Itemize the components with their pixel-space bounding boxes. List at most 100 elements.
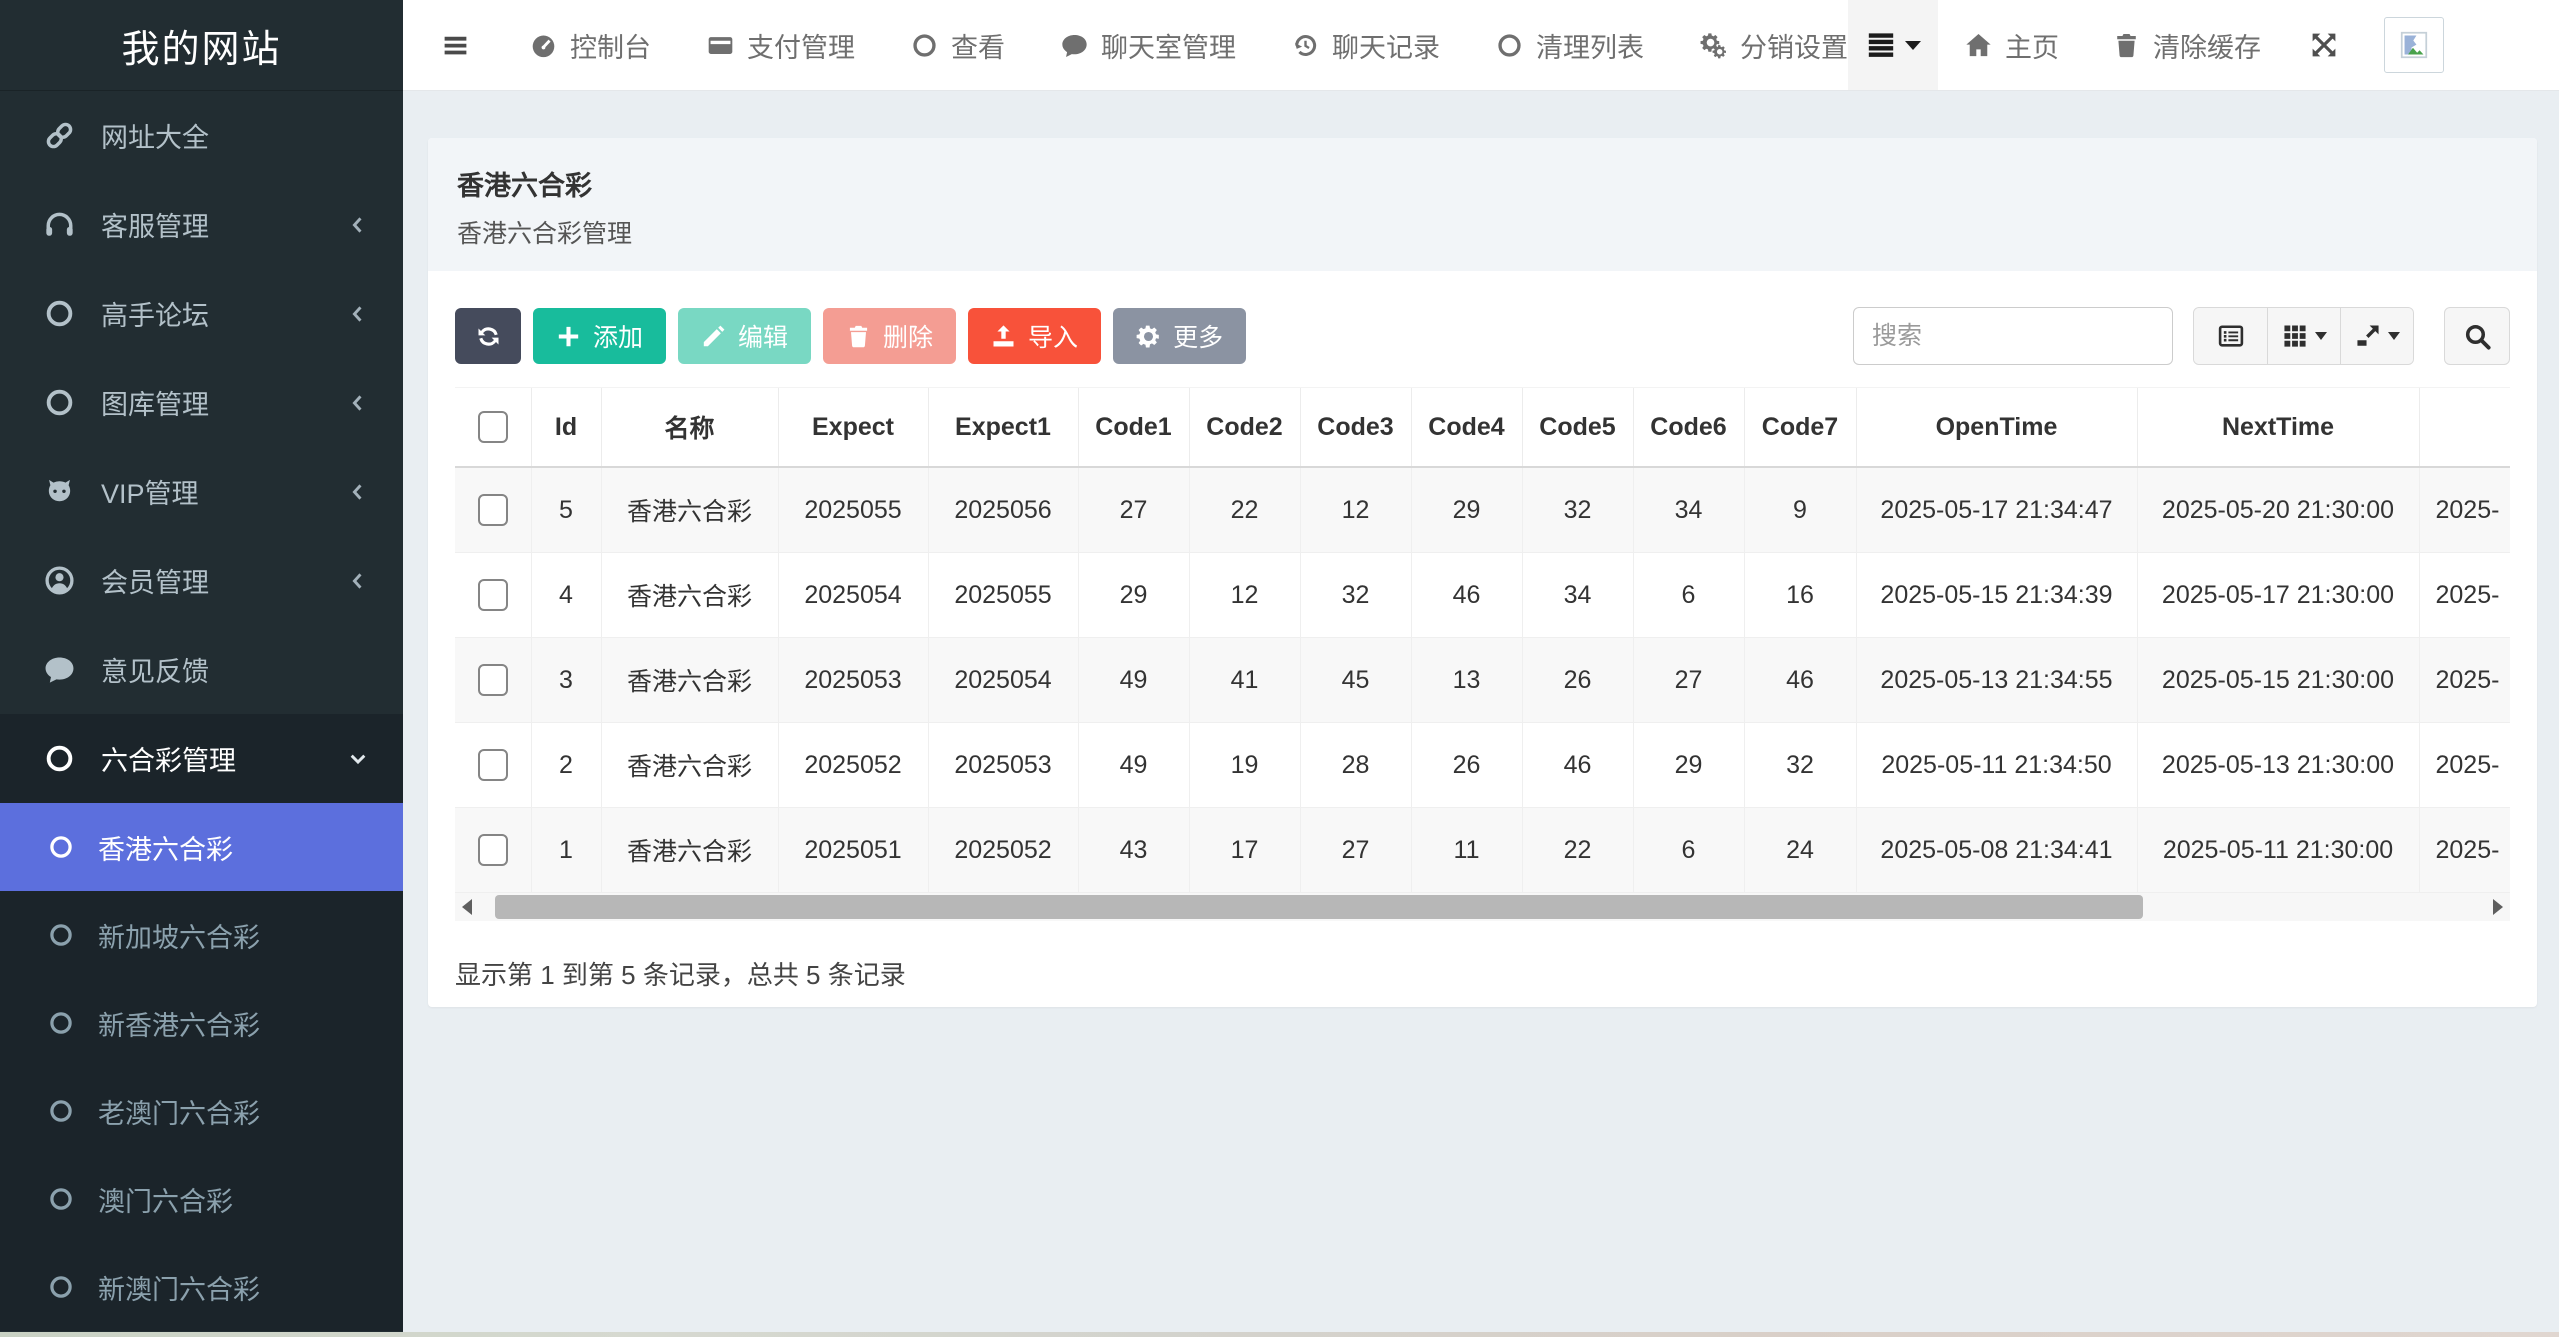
circle-icon — [48, 1186, 74, 1212]
circle-icon — [48, 1098, 74, 1124]
column-header[interactable]: Code5 — [1522, 388, 1633, 468]
nav-item-label: 聊天记录 — [1332, 26, 1440, 65]
table-cell: 香港六合彩 — [601, 467, 778, 553]
sidebar-subitem[interactable]: 老澳门六合彩 — [0, 1067, 403, 1155]
sidebar-item[interactable]: 网址大全 — [0, 91, 403, 180]
scrollbar-track[interactable] — [479, 893, 2486, 921]
nav-item[interactable]: 控制台 — [530, 26, 651, 65]
scroll-left-arrow[interactable] — [455, 899, 479, 915]
edit-button[interactable]: 编辑 — [678, 308, 811, 364]
nav-item-home[interactable]: 主页 — [1938, 26, 2086, 65]
sidebar-subitem[interactable]: 新澳门六合彩 — [0, 1243, 403, 1331]
search-icon — [2464, 323, 2491, 350]
sidebar-item[interactable]: 高手论坛 — [0, 269, 403, 358]
angle-left-icon — [347, 303, 369, 325]
horizontal-scrollbar[interactable] — [455, 893, 2510, 921]
panel-heading: 香港六合彩 香港六合彩管理 — [428, 138, 2537, 271]
sidebar-item-label: VIP管理 — [101, 472, 199, 511]
nav-item[interactable]: 聊天记录 — [1292, 26, 1440, 65]
delete-button[interactable]: 删除 — [823, 308, 956, 364]
row-checkbox[interactable] — [478, 749, 508, 781]
comment-icon — [1061, 32, 1088, 59]
triangle-left-icon — [462, 899, 472, 915]
row-select-cell — [455, 553, 531, 638]
avatar[interactable] — [2384, 17, 2444, 73]
row-checkbox[interactable] — [478, 834, 508, 866]
menu-dropdown-toggle[interactable] — [1848, 0, 1938, 90]
nav-item-clear-cache[interactable]: 清除缓存 — [2086, 26, 2288, 65]
sidebar-item-label: 图库管理 — [101, 383, 209, 422]
fullscreen-toggle[interactable] — [2288, 31, 2360, 59]
table-cell: 26 — [1522, 638, 1633, 723]
table-cell: 27 — [1300, 808, 1411, 893]
brand-title: 我的网站 — [0, 0, 403, 91]
scroll-right-arrow[interactable] — [2486, 899, 2510, 915]
search-button[interactable] — [2444, 307, 2510, 365]
nav-item[interactable]: 查看 — [911, 26, 1005, 65]
detail-view-button[interactable] — [2194, 308, 2267, 364]
column-header[interactable]: 名称 — [601, 388, 778, 468]
panel-body: 添加 编辑 删除 导入 — [428, 271, 2537, 992]
sidebar-subitem[interactable]: 香港六合彩 — [0, 803, 403, 891]
sidebar-subitem[interactable]: 新加坡六合彩 — [0, 891, 403, 979]
column-header[interactable]: Code3 — [1300, 388, 1411, 468]
column-header[interactable]: Id — [531, 388, 601, 468]
column-header[interactable]: Expect1 — [928, 388, 1078, 468]
add-button[interactable]: 添加 — [533, 308, 666, 364]
column-header[interactable]: Code2 — [1189, 388, 1300, 468]
sidebar-item[interactable]: VIP管理 — [0, 447, 403, 536]
table-cell: 32 — [1522, 467, 1633, 553]
table-cell: 46 — [1522, 723, 1633, 808]
list-alt-icon — [2218, 323, 2244, 349]
column-header[interactable]: Code6 — [1633, 388, 1744, 468]
column-header[interactable]: NextTime — [2137, 388, 2419, 468]
circle-icon — [44, 743, 75, 774]
sidebar-item[interactable]: 六合彩管理 — [0, 714, 403, 803]
more-button[interactable]: 更多 — [1113, 308, 1246, 364]
trash-icon — [846, 324, 871, 349]
table-cell: 34 — [1522, 553, 1633, 638]
sidebar-subitem[interactable]: 澳门六合彩 — [0, 1155, 403, 1243]
sidebar-subitem[interactable]: 新香港六合彩 — [0, 979, 403, 1067]
export-dropdown-button[interactable] — [2340, 308, 2413, 364]
scrollbar-thumb[interactable] — [495, 895, 2143, 919]
add-button-label: 添加 — [593, 318, 643, 354]
columns-dropdown-button[interactable] — [2267, 308, 2340, 364]
circle-icon — [1496, 32, 1523, 59]
table-cell: 2025055 — [928, 553, 1078, 638]
table-cell: 12 — [1300, 467, 1411, 553]
column-header[interactable]: Code7 — [1744, 388, 1856, 468]
column-header[interactable]: Code1 — [1078, 388, 1189, 468]
table-cell: 4 — [531, 553, 601, 638]
refresh-button[interactable] — [455, 308, 521, 364]
cat-icon — [44, 476, 75, 507]
table-cell: 2025054 — [778, 553, 928, 638]
row-checkbox[interactable] — [478, 664, 508, 696]
nav-item[interactable]: 清理列表 — [1496, 26, 1644, 65]
gear-icon — [1136, 324, 1161, 349]
table-row: 5香港六合彩2025055202505627221229323492025-05… — [455, 467, 2510, 553]
sidebar-item[interactable]: 图库管理 — [0, 358, 403, 447]
import-button[interactable]: 导入 — [968, 308, 1101, 364]
sidebar-item[interactable]: 意见反馈 — [0, 625, 403, 714]
delete-button-label: 删除 — [883, 318, 933, 354]
column-header[interactable]: OpenTime — [1856, 388, 2137, 468]
sidebar-toggle[interactable] — [403, 31, 508, 60]
nav-item[interactable]: 分销设置 — [1700, 26, 1848, 65]
nav-item[interactable]: 聊天室管理 — [1061, 26, 1236, 65]
nav-item-label: 控制台 — [570, 26, 651, 65]
column-header[interactable]: Code4 — [1411, 388, 1522, 468]
table-cell: 6 — [1633, 808, 1744, 893]
row-checkbox[interactable] — [478, 579, 508, 611]
sidebar-item[interactable]: 会员管理 — [0, 536, 403, 625]
plus-icon — [556, 324, 581, 349]
sidebar-item[interactable]: 客服管理 — [0, 180, 403, 269]
nav-item-label: 主页 — [2005, 26, 2059, 65]
column-header[interactable]: Expect — [778, 388, 928, 468]
table-cell: 19 — [1189, 723, 1300, 808]
search-input[interactable] — [1853, 307, 2173, 365]
row-checkbox[interactable] — [478, 494, 508, 526]
credit-card-icon — [707, 32, 734, 59]
nav-item[interactable]: 支付管理 — [707, 26, 855, 65]
select-all-checkbox[interactable] — [478, 411, 508, 443]
